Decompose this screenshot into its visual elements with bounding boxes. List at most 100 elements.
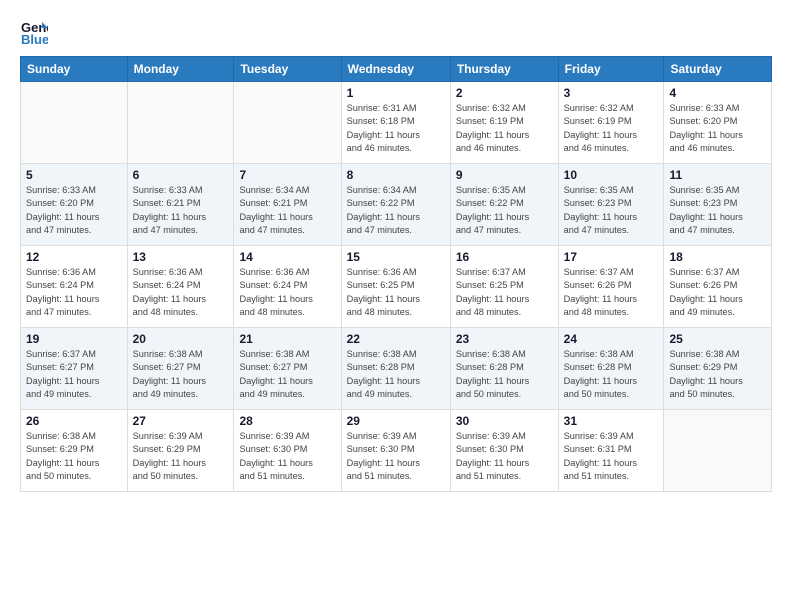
day-number: 13 xyxy=(133,250,229,264)
calendar-week-3: 12 Sunrise: 6:36 AM Sunset: 6:24 PM Dayli… xyxy=(21,246,772,328)
calendar-cell: 12Sunrise: 6:36 AM Sunset: 6:24 PM Dayli… xyxy=(21,246,128,328)
calendar-cell xyxy=(21,82,128,164)
calendar-week-1: 1Sunrise: 6:31 AM Sunset: 6:18 PM Daylig… xyxy=(21,82,772,164)
day-info: Sunrise: 6:39 AM Sunset: 6:30 PM Dayligh… xyxy=(456,430,553,483)
day-info: Sunrise: 6:37 AM Sunset: 6:25 PM Dayligh… xyxy=(456,266,553,319)
day-info: Sunrise: 6:33 AM Sunset: 6:20 PM Dayligh… xyxy=(669,102,766,155)
day-number: 21 xyxy=(239,332,335,346)
calendar-cell: 4Sunrise: 6:33 AM Sunset: 6:20 PM Daylig… xyxy=(664,82,772,164)
calendar-cell: 6 Sunrise: 6:33 AM Sunset: 6:21 PM Daylig… xyxy=(127,164,234,246)
weekday-header-row: SundayMondayTuesdayWednesdayThursdayFrid… xyxy=(21,57,772,82)
day-info: Sunrise: 6:35 AM Sunset: 6:23 PM Dayligh… xyxy=(564,184,659,237)
calendar-cell: 31Sunrise: 6:39 AM Sunset: 6:31 PM Dayli… xyxy=(558,410,664,492)
day-number: 22 xyxy=(347,332,445,346)
day-number: 11 xyxy=(669,168,766,182)
day-number: 24 xyxy=(564,332,659,346)
day-info: Sunrise: 6:36 AM Sunset: 6:25 PM Dayligh… xyxy=(347,266,445,319)
calendar-cell: 8Sunrise: 6:34 AM Sunset: 6:22 PM Daylig… xyxy=(341,164,450,246)
calendar-cell: 14 Sunrise: 6:36 AM Sunset: 6:24 PM Dayli… xyxy=(234,246,341,328)
day-number: 16 xyxy=(456,250,553,264)
day-number: 28 xyxy=(239,414,335,428)
day-info: Sunrise: 6:38 AM Sunset: 6:28 PM Dayligh… xyxy=(347,348,445,401)
calendar-cell: 9 Sunrise: 6:35 AM Sunset: 6:22 PM Daylig… xyxy=(450,164,558,246)
calendar-cell: 16 Sunrise: 6:37 AM Sunset: 6:25 PM Dayli… xyxy=(450,246,558,328)
calendar-cell: 24 Sunrise: 6:38 AM Sunset: 6:28 PM Dayli… xyxy=(558,328,664,410)
weekday-saturday: Saturday xyxy=(664,57,772,82)
calendar-cell: 17 Sunrise: 6:37 AM Sunset: 6:26 PM Dayli… xyxy=(558,246,664,328)
weekday-sunday: Sunday xyxy=(21,57,128,82)
calendar-cell: 29 Sunrise: 6:39 AM Sunset: 6:30 PM Dayli… xyxy=(341,410,450,492)
day-info: Sunrise: 6:38 AM Sunset: 6:29 PM Dayligh… xyxy=(669,348,766,401)
day-number: 10 xyxy=(564,168,659,182)
day-info: Sunrise: 6:34 AM Sunset: 6:21 PM Dayligh… xyxy=(239,184,335,237)
calendar-cell: 22 Sunrise: 6:38 AM Sunset: 6:28 PM Dayli… xyxy=(341,328,450,410)
header: General Blue xyxy=(20,18,772,46)
day-info: Sunrise: 6:33 AM Sunset: 6:21 PM Dayligh… xyxy=(133,184,229,237)
calendar-cell: 20Sunrise: 6:38 AM Sunset: 6:27 PM Dayli… xyxy=(127,328,234,410)
calendar-cell: 30Sunrise: 6:39 AM Sunset: 6:30 PM Dayli… xyxy=(450,410,558,492)
day-info: Sunrise: 6:39 AM Sunset: 6:29 PM Dayligh… xyxy=(133,430,229,483)
calendar-week-4: 19 Sunrise: 6:37 AM Sunset: 6:27 PM Dayli… xyxy=(21,328,772,410)
day-info: Sunrise: 6:35 AM Sunset: 6:23 PM Dayligh… xyxy=(669,184,766,237)
calendar-cell xyxy=(664,410,772,492)
page: General Blue SundayMondayTuesdayWednesda… xyxy=(0,0,792,504)
calendar-cell: 28 Sunrise: 6:39 AM Sunset: 6:30 PM Dayli… xyxy=(234,410,341,492)
calendar-header: SundayMondayTuesdayWednesdayThursdayFrid… xyxy=(21,57,772,82)
day-number: 14 xyxy=(239,250,335,264)
day-number: 26 xyxy=(26,414,122,428)
calendar-cell xyxy=(234,82,341,164)
day-number: 18 xyxy=(669,250,766,264)
calendar-body: 1Sunrise: 6:31 AM Sunset: 6:18 PM Daylig… xyxy=(21,82,772,492)
day-number: 15 xyxy=(347,250,445,264)
calendar-cell: 11 Sunrise: 6:35 AM Sunset: 6:23 PM Dayli… xyxy=(664,164,772,246)
weekday-wednesday: Wednesday xyxy=(341,57,450,82)
calendar-cell: 10 Sunrise: 6:35 AM Sunset: 6:23 PM Dayli… xyxy=(558,164,664,246)
calendar-week-2: 5Sunrise: 6:33 AM Sunset: 6:20 PM Daylig… xyxy=(21,164,772,246)
day-info: Sunrise: 6:36 AM Sunset: 6:24 PM Dayligh… xyxy=(239,266,335,319)
day-info: Sunrise: 6:32 AM Sunset: 6:19 PM Dayligh… xyxy=(456,102,553,155)
day-info: Sunrise: 6:38 AM Sunset: 6:27 PM Dayligh… xyxy=(133,348,229,401)
day-info: Sunrise: 6:39 AM Sunset: 6:30 PM Dayligh… xyxy=(239,430,335,483)
day-number: 1 xyxy=(347,86,445,100)
day-number: 3 xyxy=(564,86,659,100)
weekday-friday: Friday xyxy=(558,57,664,82)
calendar-table: SundayMondayTuesdayWednesdayThursdayFrid… xyxy=(20,56,772,492)
day-number: 17 xyxy=(564,250,659,264)
day-number: 6 xyxy=(133,168,229,182)
day-info: Sunrise: 6:37 AM Sunset: 6:27 PM Dayligh… xyxy=(26,348,122,401)
day-info: Sunrise: 6:35 AM Sunset: 6:22 PM Dayligh… xyxy=(456,184,553,237)
day-number: 29 xyxy=(347,414,445,428)
day-info: Sunrise: 6:38 AM Sunset: 6:29 PM Dayligh… xyxy=(26,430,122,483)
calendar-cell: 2Sunrise: 6:32 AM Sunset: 6:19 PM Daylig… xyxy=(450,82,558,164)
calendar-week-5: 26 Sunrise: 6:38 AM Sunset: 6:29 PM Dayli… xyxy=(21,410,772,492)
day-number: 19 xyxy=(26,332,122,346)
calendar-cell: 21 Sunrise: 6:38 AM Sunset: 6:27 PM Dayli… xyxy=(234,328,341,410)
calendar-cell: 5Sunrise: 6:33 AM Sunset: 6:20 PM Daylig… xyxy=(21,164,128,246)
day-number: 31 xyxy=(564,414,659,428)
calendar-cell: 7Sunrise: 6:34 AM Sunset: 6:21 PM Daylig… xyxy=(234,164,341,246)
calendar-cell: 15 Sunrise: 6:36 AM Sunset: 6:25 PM Dayli… xyxy=(341,246,450,328)
logo-icon: General Blue xyxy=(20,18,48,46)
calendar-cell: 13Sunrise: 6:36 AM Sunset: 6:24 PM Dayli… xyxy=(127,246,234,328)
calendar-cell: 3 Sunrise: 6:32 AM Sunset: 6:19 PM Daylig… xyxy=(558,82,664,164)
day-info: Sunrise: 6:37 AM Sunset: 6:26 PM Dayligh… xyxy=(669,266,766,319)
day-number: 12 xyxy=(26,250,122,264)
day-number: 27 xyxy=(133,414,229,428)
day-number: 9 xyxy=(456,168,553,182)
weekday-tuesday: Tuesday xyxy=(234,57,341,82)
calendar-cell: 1Sunrise: 6:31 AM Sunset: 6:18 PM Daylig… xyxy=(341,82,450,164)
day-number: 25 xyxy=(669,332,766,346)
calendar-cell: 27 Sunrise: 6:39 AM Sunset: 6:29 PM Dayli… xyxy=(127,410,234,492)
calendar-cell xyxy=(127,82,234,164)
day-info: Sunrise: 6:32 AM Sunset: 6:19 PM Dayligh… xyxy=(564,102,659,155)
day-info: Sunrise: 6:34 AM Sunset: 6:22 PM Dayligh… xyxy=(347,184,445,237)
weekday-thursday: Thursday xyxy=(450,57,558,82)
day-info: Sunrise: 6:33 AM Sunset: 6:20 PM Dayligh… xyxy=(26,184,122,237)
calendar-cell: 25 Sunrise: 6:38 AM Sunset: 6:29 PM Dayli… xyxy=(664,328,772,410)
day-info: Sunrise: 6:38 AM Sunset: 6:27 PM Dayligh… xyxy=(239,348,335,401)
calendar-cell: 19 Sunrise: 6:37 AM Sunset: 6:27 PM Dayli… xyxy=(21,328,128,410)
day-info: Sunrise: 6:38 AM Sunset: 6:28 PM Dayligh… xyxy=(564,348,659,401)
logo: General Blue xyxy=(20,18,52,46)
day-info: Sunrise: 6:37 AM Sunset: 6:26 PM Dayligh… xyxy=(564,266,659,319)
day-info: Sunrise: 6:39 AM Sunset: 6:30 PM Dayligh… xyxy=(347,430,445,483)
